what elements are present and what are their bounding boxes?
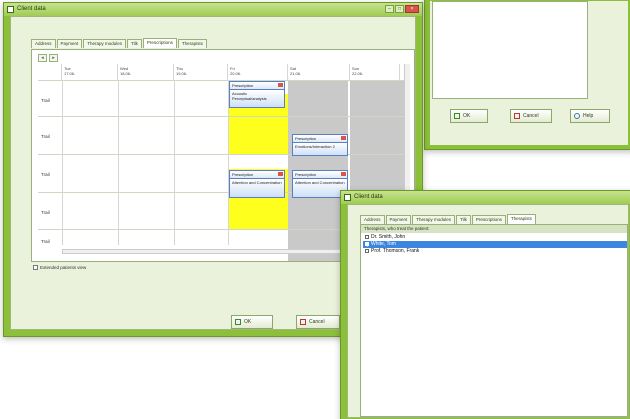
tab-prescriptions[interactable]: Prescriptions	[142, 38, 177, 48]
prescription-card[interactable]: Prescription Acoustic Perceptual/analysi…	[229, 81, 285, 108]
remove-icon[interactable]	[278, 172, 283, 176]
day-header: Thu 19.06.	[174, 64, 228, 80]
prescription-card-title: Prescription	[230, 171, 284, 179]
cancel-label: Cancel	[309, 319, 325, 325]
checkmark-icon	[454, 113, 460, 119]
background-dialog-client: OK Cancel Help	[430, 1, 628, 145]
day-header: Sun 22.06.	[350, 64, 400, 80]
prescription-card-body: Attention and Concentration	[293, 179, 347, 197]
row-divider	[38, 154, 404, 155]
tab-prescriptions[interactable]: Prescriptions	[471, 215, 506, 224]
column-divider	[118, 80, 119, 245]
checkbox-icon[interactable]	[365, 248, 369, 253]
row-label: Trail	[41, 172, 50, 177]
therapist-item[interactable]: ✓White, Tom	[363, 241, 627, 249]
tab-therapists[interactable]: Therapists	[177, 39, 207, 48]
column-divider	[62, 80, 63, 245]
tab-address[interactable]: Address	[31, 39, 56, 48]
prescription-card-title: Prescription	[230, 82, 284, 90]
calendar-toolbar: ◂ ▸	[38, 54, 58, 62]
column-divider	[174, 80, 175, 245]
background-cancel-button[interactable]: Cancel	[510, 109, 552, 123]
ok-button[interactable]: OK	[231, 315, 273, 329]
tab-tilk[interactable]: Tilk	[127, 39, 142, 48]
background-help-label: Help	[583, 113, 594, 119]
prescription-card-title: Prescription	[293, 171, 347, 179]
day-header: Fri 20.06.	[228, 64, 288, 80]
checkmark-icon	[235, 319, 241, 325]
tab-therapy-modules[interactable]: Therapy modules	[83, 39, 127, 48]
therapists-window: Client data Address Payment Therapy modu…	[340, 190, 630, 419]
tab-therapists[interactable]: Therapists	[506, 214, 536, 224]
day-header: Wed 18.06.	[118, 64, 174, 80]
remove-icon[interactable]	[341, 136, 346, 140]
therapist-name: Dr. Smith, John	[371, 234, 406, 240]
tab-therapy-modules[interactable]: Therapy modules	[412, 215, 456, 224]
therapist-name: White, Tom	[371, 241, 396, 247]
cancel-button[interactable]: Cancel	[296, 315, 340, 329]
prescription-card[interactable]: Prescription Emotions/Interaction 2	[292, 134, 348, 156]
app-icon	[7, 6, 14, 13]
row-label: Trail	[41, 210, 50, 215]
tab-payment[interactable]: Payment	[385, 215, 412, 224]
app-icon	[344, 194, 351, 201]
therapist-item[interactable]: Dr. Smith, John	[363, 234, 627, 241]
previous-week-button[interactable]: ◂	[38, 54, 47, 62]
background-ok-label: OK	[463, 113, 471, 119]
cancel-icon	[300, 319, 306, 325]
extended-view-checkbox[interactable]: Extended patients view	[33, 265, 87, 271]
row-label: Trail	[41, 239, 50, 244]
background-cancel-label: Cancel	[523, 113, 539, 119]
prescription-card-body: Acoustic Perceptual/analysis	[230, 90, 284, 107]
prescription-card[interactable]: Prescription Attention and Concentration	[229, 170, 285, 198]
extended-view-label: Extended patients view	[40, 265, 87, 270]
background-ok-button[interactable]: OK	[450, 109, 488, 123]
next-week-button[interactable]: ▸	[49, 54, 58, 62]
therapists-tab-strip: Address Payment Therapy modules Tilk Pre…	[360, 214, 536, 224]
day-header: Sat 21.06.	[288, 64, 350, 80]
close-button[interactable]: ×	[405, 5, 419, 13]
help-icon	[574, 113, 580, 119]
maximize-button[interactable]: □	[395, 5, 404, 13]
background-help-button[interactable]: Help	[570, 109, 610, 123]
day-header: Tue 17.06.	[62, 64, 118, 80]
therapists-client-area: Address Payment Therapy modules Tilk Pre…	[347, 204, 629, 418]
therapists-hint: Therapists, who treat the patient:	[361, 225, 627, 233]
tab-payment[interactable]: Payment	[56, 39, 83, 48]
row-divider	[38, 116, 404, 117]
therapists-titlebar[interactable]: Client data	[341, 191, 630, 204]
therapists-panel: Therapists, who treat the patient: Dr. S…	[360, 224, 628, 417]
therapist-name: Prof. Thomson, Frank	[371, 248, 420, 254]
tab-address[interactable]: Address	[360, 215, 385, 224]
background-panel	[432, 1, 588, 99]
corner-header	[38, 64, 62, 80]
prescription-card-body: Attention and Concentration	[230, 179, 284, 197]
therapists-window-title: Client data	[354, 194, 383, 200]
window-title: Client data	[17, 6, 46, 12]
tab-tilk[interactable]: Tilk	[456, 215, 471, 224]
checkbox-box[interactable]	[33, 265, 38, 271]
row-divider	[38, 80, 404, 81]
prescription-card-body: Emotions/Interaction 2	[293, 143, 347, 155]
remove-icon[interactable]	[278, 83, 283, 87]
tab-strip: Address Payment Therapy modules Tilk Pre…	[31, 38, 207, 48]
checkbox-checked-icon[interactable]: ✓	[365, 241, 370, 249]
background-dialog-window: OK Cancel Help	[424, 0, 630, 150]
row-label: Trail	[41, 134, 50, 139]
prescription-card-title: Prescription	[293, 135, 347, 143]
checkbox-icon[interactable]	[365, 234, 369, 239]
ok-label: OK	[244, 319, 252, 325]
cancel-icon	[514, 113, 520, 119]
remove-icon[interactable]	[341, 172, 346, 176]
minimize-button[interactable]: –	[385, 5, 394, 13]
window-titlebar[interactable]: Client data – □ ×	[4, 3, 422, 16]
row-label: Trail	[41, 98, 50, 103]
therapist-item[interactable]: Prof. Thomson, Frank	[363, 248, 627, 255]
